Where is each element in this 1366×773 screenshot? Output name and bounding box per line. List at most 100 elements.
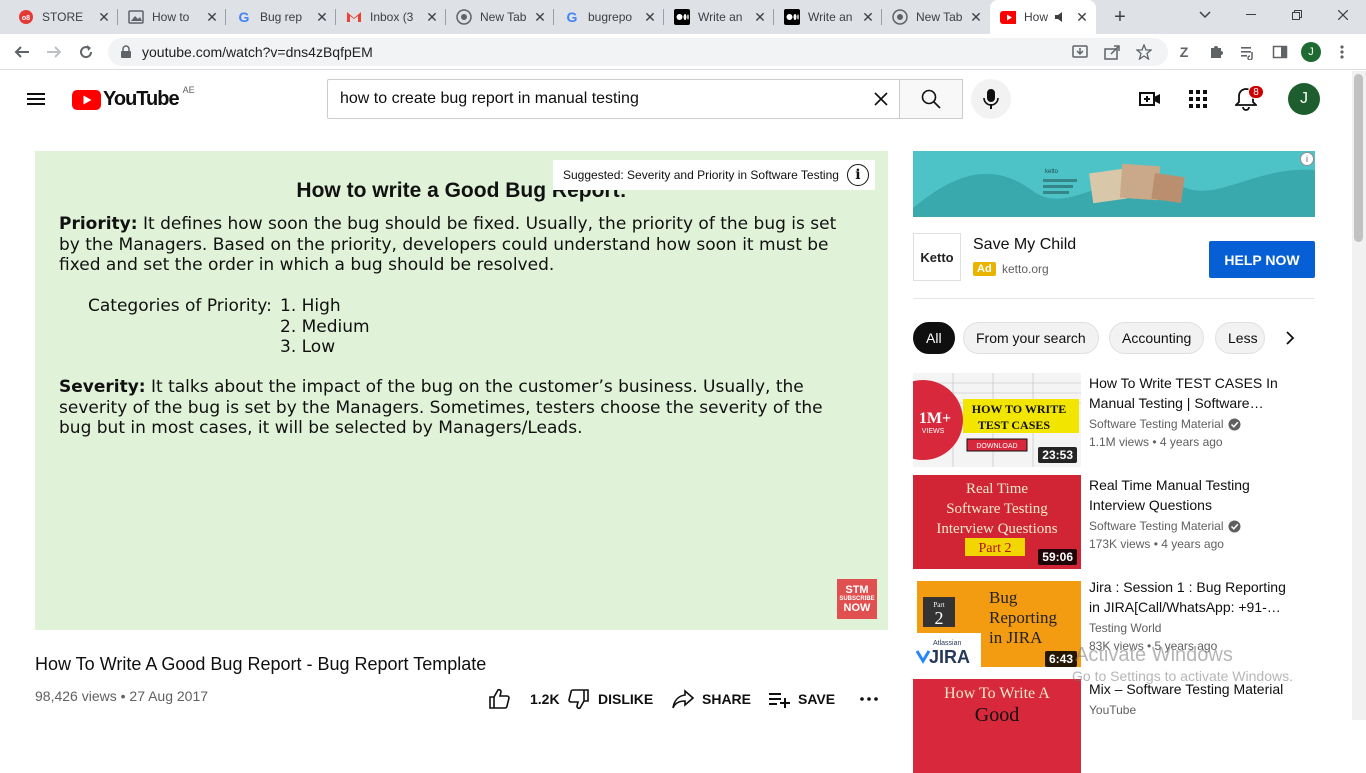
media-queue-icon[interactable] [1236,40,1260,64]
browser-tab[interactable]: Inbox (3 ✕ [336,0,446,34]
browser-tab[interactable]: G bugrepo ✕ [554,0,664,34]
bookmark-star-icon[interactable] [1132,40,1156,64]
tab-title: New Tab [480,10,527,24]
channel-name[interactable]: Testing World [1089,621,1161,635]
playlist-add-icon [768,689,790,709]
verified-check-icon [1228,520,1241,533]
svg-text:1M+: 1M+ [919,410,951,427]
chip-from-your-search[interactable]: From your search [963,322,1099,354]
chip-all[interactable]: All [913,322,955,354]
side-panel-icon[interactable] [1268,40,1292,64]
recommended-mix[interactable]: How To Write A Good Mix – Software Testi… [913,679,1343,773]
dislike-button[interactable]: DISLIKE [568,688,653,710]
category-item: 2. Medium [280,316,370,337]
close-tab-icon[interactable]: ✕ [752,9,768,25]
browser-tab[interactable]: o8 STORE ✕ [8,0,118,34]
tab-search-icon[interactable] [1182,0,1228,30]
ad-advertiser-logo[interactable]: Ketto [913,233,961,281]
video-stats: 1.1M views • 4 years ago [1089,435,1223,449]
close-tab-icon[interactable]: ✕ [314,9,330,25]
extension-z-icon[interactable]: Z [1172,40,1196,64]
video-thumbnail[interactable]: Part 2 Bug Reporting in JIRA Atlassian J… [913,577,1081,671]
browser-tab-active[interactable]: How ✕ [990,0,1096,34]
apps-grid-icon[interactable] [1186,87,1210,111]
recommended-video-title[interactable]: How To Write TEST CASES In Manual Testin… [1089,373,1289,413]
channel-name[interactable]: YouTube [1089,703,1136,717]
channel-name-text: YouTube [1089,703,1137,717]
close-tab-icon[interactable]: ✕ [968,9,984,25]
save-button[interactable]: SAVE [768,688,835,710]
info-icon[interactable]: i [846,164,869,186]
recommended-video-title[interactable]: Real Time Manual Testing Interview Quest… [1089,475,1289,515]
forward-arrow-icon[interactable] [42,40,66,64]
close-tab-icon[interactable]: ✕ [860,9,876,25]
account-avatar[interactable]: J [1288,83,1320,115]
recommended-video[interactable]: 1M+ VIEWS HOW TO WRITE TEST CASES DOWNLO… [913,373,1343,467]
restore-icon[interactable] [1274,0,1320,30]
close-tab-icon[interactable]: ✕ [96,9,112,25]
puzzle-extensions-icon[interactable] [1204,40,1228,64]
minimize-icon[interactable] [1228,0,1274,30]
video-duration: 6:43 [1044,651,1077,667]
hamburger-menu-icon[interactable] [24,87,48,111]
kebab-menu-icon[interactable] [1330,40,1354,64]
new-tab-button[interactable]: + [1108,5,1132,29]
chip-accounting[interactable]: Accounting [1109,322,1205,354]
speaker-icon[interactable] [1052,9,1068,25]
ad-domain: ketto.org [1002,262,1049,276]
browser-tab[interactable]: New Tab ✕ [882,0,990,34]
close-tab-icon[interactable]: ✕ [424,9,440,25]
recommended-video-title[interactable]: Jira : Session 1 : Bug Reporting in JIRA… [1089,577,1289,617]
close-window-icon[interactable] [1320,0,1366,30]
search-button[interactable] [899,79,963,119]
youtube-icon [1000,9,1016,25]
svg-text:VIEWS: VIEWS [922,428,945,435]
like-button[interactable]: 1.2K [488,688,560,710]
close-tab-icon[interactable]: ✕ [642,9,658,25]
page-scrollbar-thumb[interactable] [1354,74,1363,242]
chevron-right-icon[interactable] [1278,326,1302,350]
chip-less[interactable]: Less [1215,322,1265,354]
svg-text:Atlassian: Atlassian [933,640,962,647]
channel-name[interactable]: Software Testing Material [1089,417,1241,431]
gmail-icon [346,9,362,25]
browser-profile-avatar[interactable]: J [1301,42,1321,62]
suggested-video-card[interactable]: Suggested: Severity and Priority in Soft… [553,160,875,190]
browser-tab[interactable]: How to ✕ [118,0,226,34]
ad-help-now-button[interactable]: HELP NOW [1209,241,1315,278]
more-actions-icon[interactable] [860,688,878,710]
video-thumbnail[interactable]: How To Write A Good [913,679,1081,773]
svg-text:Part 2: Part 2 [978,541,1011,556]
browser-tab[interactable]: New Tab ✕ [446,0,554,34]
divider [913,298,1315,299]
video-player[interactable]: How to write a Good Bug Report: Priority… [35,151,888,630]
create-video-icon[interactable] [1138,87,1162,111]
voice-search-button[interactable] [971,79,1011,119]
browser-tab[interactable]: Write an ✕ [774,0,882,34]
categories-label: Categories of Priority: [88,296,272,316]
recommended-video[interactable]: Real Time Software Testing Interview Que… [913,475,1343,569]
channel-name[interactable]: Software Testing Material [1089,519,1241,533]
stm-subscribe-badge[interactable]: STM SUBSCRIBE NOW [837,579,877,619]
search-icon [921,89,941,109]
ad-info-icon[interactable]: i [1300,152,1314,166]
browser-tab[interactable]: G Bug rep ✕ [226,0,336,34]
share-page-icon[interactable] [1100,40,1124,64]
ad-banner-image[interactable]: ketto [913,151,1315,217]
video-thumbnail[interactable]: 1M+ VIEWS HOW TO WRITE TEST CASES DOWNLO… [913,373,1081,467]
search-input[interactable]: how to create bug report in manual testi… [327,79,900,119]
ad-title[interactable]: Save My Child [973,236,1076,254]
clear-search-icon[interactable] [869,87,893,111]
browser-tab[interactable]: Write an ✕ [664,0,774,34]
video-thumbnail[interactable]: Real Time Software Testing Interview Que… [913,475,1081,569]
close-tab-icon[interactable]: ✕ [204,9,220,25]
reload-icon[interactable] [74,40,98,64]
back-arrow-icon[interactable] [10,40,34,64]
close-tab-icon[interactable]: ✕ [532,9,548,25]
youtube-logo[interactable]: YouTube AE [72,85,195,111]
address-bar[interactable]: youtube.com/watch?v=dns4zBqfpEM [108,38,1168,66]
close-tab-icon[interactable]: ✕ [1074,9,1090,25]
thumbnail-graphic: How To Write A Good [913,679,1081,773]
share-button[interactable]: SHARE [672,688,751,710]
install-app-icon[interactable] [1068,40,1092,64]
